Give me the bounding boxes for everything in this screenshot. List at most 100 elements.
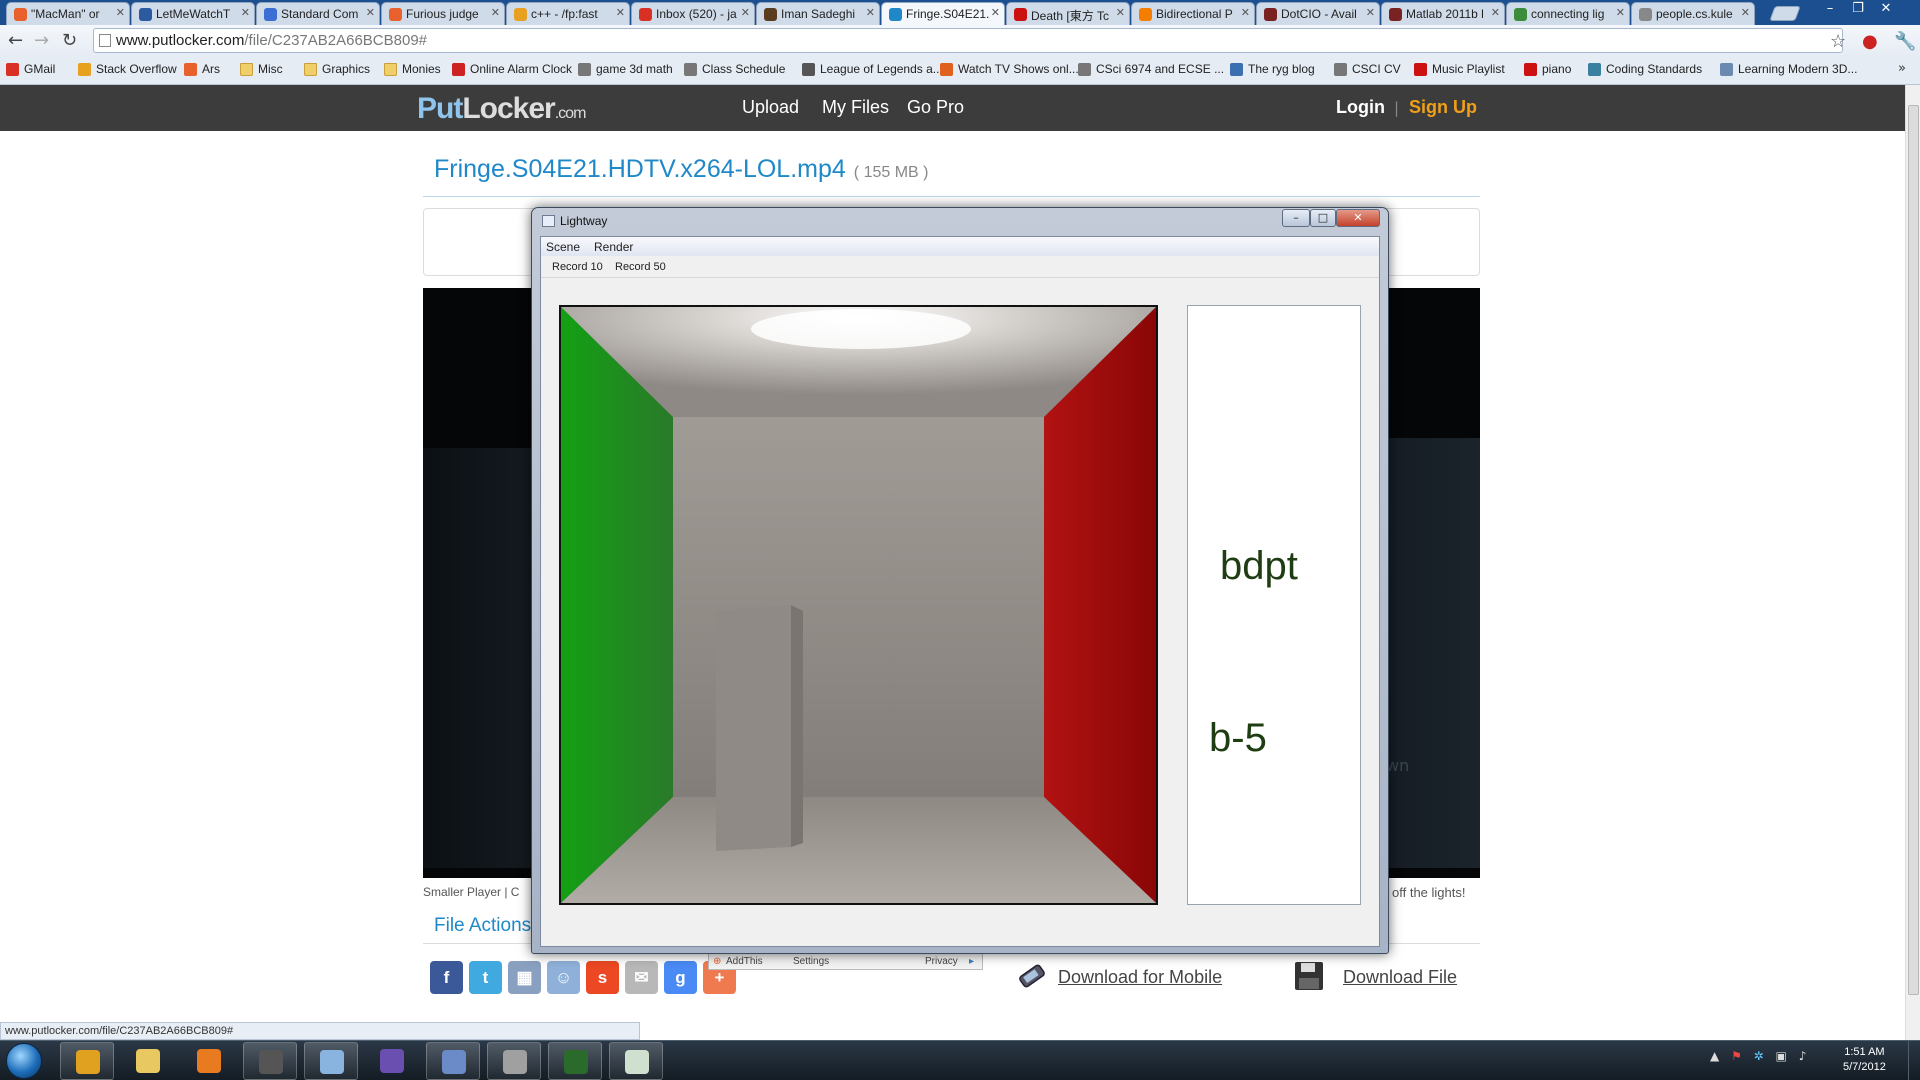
tab-close-icon[interactable]: ✕: [116, 6, 125, 19]
tray-flag-icon[interactable]: ⚑: [1731, 1049, 1742, 1063]
tab-close-icon[interactable]: ✕: [991, 6, 1000, 19]
bookmark-item[interactable]: CSci 6974 and ECSE ...: [1078, 62, 1224, 76]
taskbar-app-paint[interactable]: [426, 1042, 480, 1080]
tab-close-icon[interactable]: ✕: [491, 6, 500, 19]
bookmark-item[interactable]: Learning Modern 3D...: [1720, 62, 1857, 76]
tab-close-icon[interactable]: ✕: [1741, 6, 1750, 19]
tab[interactable]: connecting lig ✕: [1506, 2, 1630, 25]
bookmark-item[interactable]: Misc: [240, 62, 283, 76]
reload-icon[interactable]: ↻: [62, 30, 77, 51]
tab[interactable]: Standard Com ✕: [256, 2, 380, 25]
page-scrollbar[interactable]: [1905, 85, 1920, 1040]
record-10-button[interactable]: Record 10: [552, 261, 603, 273]
menu-render[interactable]: Render: [594, 240, 633, 254]
tab[interactable]: Furious judge ✕: [381, 2, 505, 25]
tray-volume-icon[interactable]: ♪: [1799, 1049, 1807, 1063]
tab-close-icon[interactable]: ✕: [1116, 6, 1125, 19]
bookmark-item[interactable]: Coding Standards: [1588, 62, 1702, 76]
bookmark-item[interactable]: Class Schedule: [684, 62, 785, 76]
twitter-share-icon[interactable]: t: [469, 961, 502, 994]
login-link[interactable]: Login: [1336, 97, 1385, 118]
new-tab-button[interactable]: [1769, 6, 1801, 21]
tray-network-icon[interactable]: ▣: [1776, 1049, 1787, 1063]
bookmark-item[interactable]: Music Playlist: [1414, 62, 1505, 76]
putlocker-logo[interactable]: PutLocker.com: [417, 92, 586, 126]
turn-off-lights-link[interactable]: off the lights!: [1392, 885, 1465, 900]
lightway-minimize-button[interactable]: –: [1282, 209, 1310, 227]
start-button[interactable]: [6, 1043, 42, 1079]
tab[interactable]: LetMeWatchT ✕: [131, 2, 255, 25]
tab[interactable]: Fringe.S04E21. ✕: [881, 2, 1005, 25]
window-close-button[interactable]: ✕: [1874, 0, 1898, 18]
stumbleupon-share-icon[interactable]: s: [586, 961, 619, 994]
tab-close-icon[interactable]: ✕: [741, 6, 750, 19]
tab-close-icon[interactable]: ✕: [241, 6, 250, 19]
facebook-share-icon[interactable]: f: [430, 961, 463, 994]
tab-close-icon[interactable]: ✕: [1241, 6, 1250, 19]
taskbar-app-dev-tool[interactable]: [487, 1042, 541, 1080]
bookmark-star-icon[interactable]: ☆: [1830, 31, 1846, 52]
extension-icon[interactable]: ●: [1862, 31, 1878, 52]
addthis-brand[interactable]: AddThis: [726, 956, 763, 967]
bookmark-item[interactable]: Online Alarm Clock: [452, 62, 572, 76]
scrollbar-thumb[interactable]: [1908, 105, 1919, 995]
email-share-icon[interactable]: ✉: [625, 961, 658, 994]
tab[interactable]: Death [東方 Tc ✕: [1006, 2, 1130, 25]
bookmark-item[interactable]: League of Legends a...: [802, 62, 943, 76]
tab-close-icon[interactable]: ✕: [1491, 6, 1500, 19]
lightway-close-button[interactable]: ✕: [1336, 209, 1380, 227]
tab[interactable]: Inbox (520) - ja ✕: [631, 2, 755, 25]
tab-close-icon[interactable]: ✕: [1366, 6, 1375, 19]
taskbar-app-visual-studio[interactable]: [365, 1042, 419, 1080]
taskbar-app-lightway[interactable]: [609, 1042, 663, 1080]
tab[interactable]: people.cs.kule ✕: [1631, 2, 1755, 25]
signup-link[interactable]: Sign Up: [1409, 97, 1477, 118]
reddit-share-icon[interactable]: ☺: [547, 961, 580, 994]
google-share-icon[interactable]: g: [664, 961, 697, 994]
menu-scene[interactable]: Scene: [546, 240, 580, 254]
tab[interactable]: c++ - /fp:fast ✕: [506, 2, 630, 25]
tab[interactable]: "MacMan" or ✕: [6, 2, 130, 25]
delicious-share-icon[interactable]: ▦: [508, 961, 541, 994]
forward-arrow-icon[interactable]: →: [34, 30, 49, 51]
tab-close-icon[interactable]: ✕: [366, 6, 375, 19]
bookmark-item[interactable]: Graphics: [304, 62, 370, 76]
bookmark-item[interactable]: CSCI CV: [1334, 62, 1401, 76]
window-restore-button[interactable]: ❐: [1846, 0, 1870, 18]
addthis-privacy-link[interactable]: Privacy: [925, 956, 958, 967]
bookmark-item[interactable]: Watch TV Shows onl...: [940, 62, 1079, 76]
nav-my-files-link[interactable]: My Files: [822, 97, 889, 118]
tab[interactable]: Matlab 2011b l ✕: [1381, 2, 1505, 25]
tab[interactable]: Iman Sadeghi ✕: [756, 2, 880, 25]
bookmark-item[interactable]: piano: [1524, 62, 1571, 76]
bookmark-item[interactable]: Ars: [184, 62, 220, 76]
bookmark-item[interactable]: game 3d math: [578, 62, 673, 76]
back-arrow-icon[interactable]: ←: [8, 30, 23, 51]
window-minimize-button[interactable]: –: [1818, 0, 1842, 18]
taskbar-app-sublime[interactable]: [243, 1042, 297, 1080]
bookmarks-overflow-icon[interactable]: »: [1898, 61, 1906, 76]
render-viewport[interactable]: [559, 305, 1158, 905]
bookmark-item[interactable]: The ryg blog: [1230, 62, 1315, 76]
smaller-player-link[interactable]: Smaller Player | C: [423, 885, 519, 899]
tab-close-icon[interactable]: ✕: [616, 6, 625, 19]
tab[interactable]: Bidirectional P ✕: [1131, 2, 1255, 25]
show-desktop-button[interactable]: [1908, 1041, 1920, 1080]
download-file-link[interactable]: Download File: [1343, 967, 1457, 988]
download-for-mobile-link[interactable]: Download for Mobile: [1058, 967, 1222, 988]
tray-dropbox-icon[interactable]: ✲: [1754, 1049, 1764, 1063]
taskbar-app-notepad-plus[interactable]: [304, 1042, 358, 1080]
taskbar-clock[interactable]: 1:51 AM 5/7/2012: [1843, 1045, 1886, 1075]
nav-upload-link[interactable]: Upload: [742, 97, 799, 118]
tab-close-icon[interactable]: ✕: [1616, 6, 1625, 19]
lightway-maximize-button[interactable]: □: [1310, 209, 1336, 227]
tab[interactable]: DotCIO - Avail ✕: [1256, 2, 1380, 25]
nav-go-pro-link[interactable]: Go Pro: [907, 97, 964, 118]
wrench-icon[interactable]: 🔧: [1894, 31, 1916, 52]
tray-expand-icon[interactable]: ▲: [1710, 1049, 1719, 1063]
tab-close-icon[interactable]: ✕: [866, 6, 875, 19]
record-50-button[interactable]: Record 50: [615, 261, 666, 273]
taskbar-app-explorer[interactable]: [121, 1042, 175, 1080]
addthis-settings-link[interactable]: Settings: [793, 956, 829, 967]
bookmark-item[interactable]: Monies: [384, 62, 441, 76]
